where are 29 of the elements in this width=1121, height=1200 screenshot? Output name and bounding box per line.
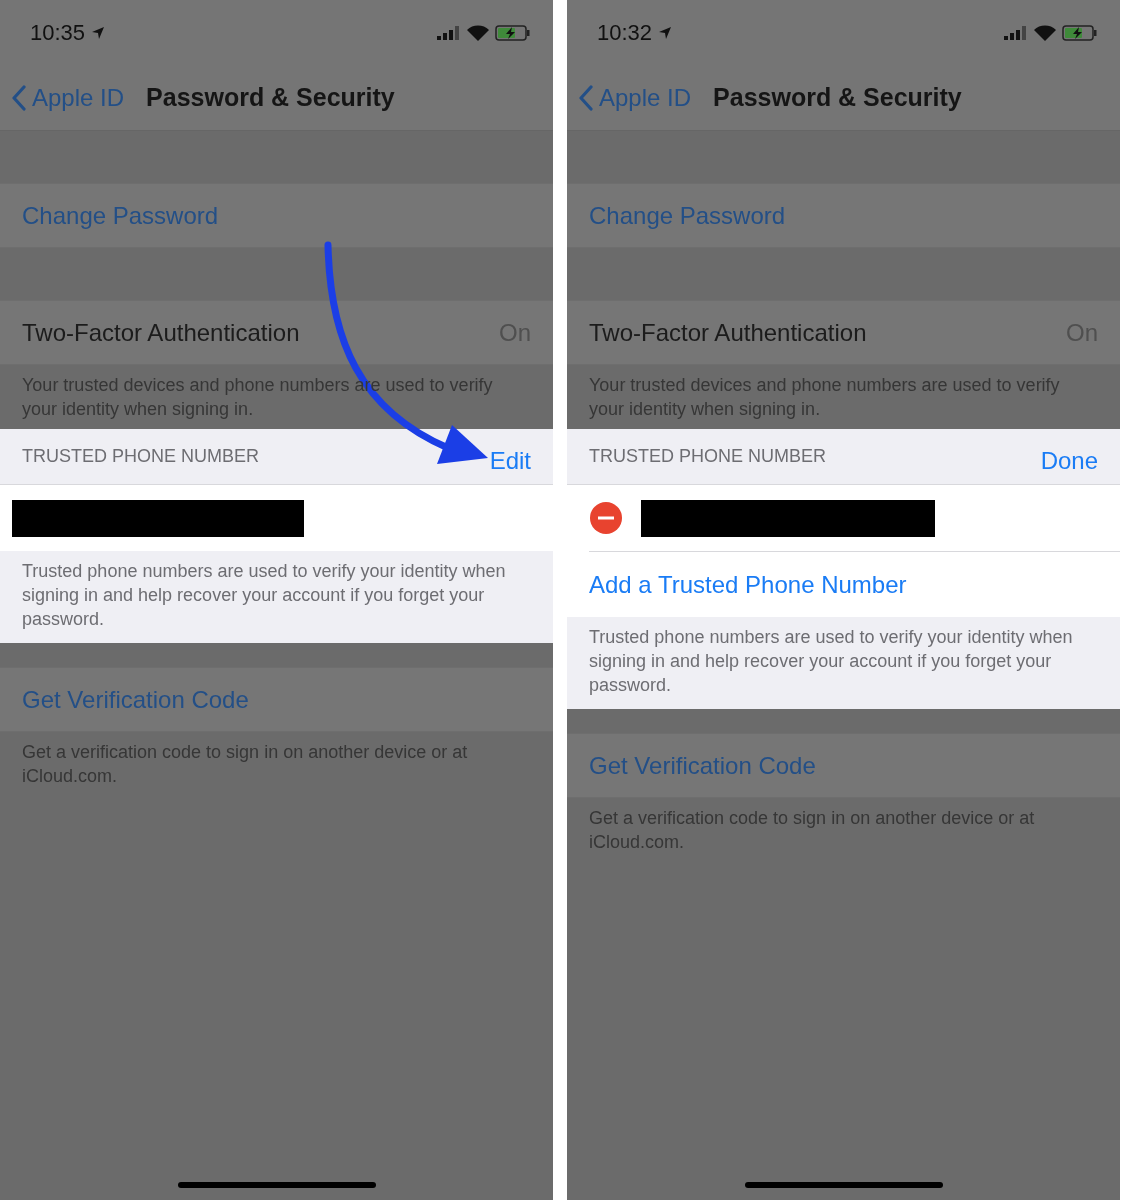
signal-icon [1004,25,1028,40]
back-button[interactable]: Apple ID [12,83,125,112]
status-time: 10:35 [30,19,86,46]
row-label: Two-Factor Authentication [22,318,300,347]
verification-code-row[interactable]: Get Verification Code [0,667,553,732]
chevron-left-icon [579,84,593,111]
back-button[interactable]: Apple ID [579,83,692,112]
section-footer: Trusted phone numbers are used to verify your identity when signing in and help recover your account if you forget your password. [567,617,1120,709]
change-password-row[interactable]: Change Password [0,183,553,248]
verification-code-row[interactable]: Get Verification Code [567,733,1120,798]
location-icon [658,25,673,40]
status-time: 10:32 [597,19,653,46]
section-header: TRUSTED PHONE NUMBER [22,446,259,467]
wifi-icon [467,24,489,41]
delete-icon[interactable] [589,501,623,535]
section-footer: Trusted phone numbers are used to verify your identity when signing in and help recover your account if you forget your password. [0,551,553,643]
section-header: TRUSTED PHONE NUMBER [589,446,826,467]
change-password-row[interactable]: Change Password [567,183,1120,248]
edit-button[interactable]: Done [1040,446,1098,475]
row-label: Two-Factor Authentication [589,318,867,347]
wifi-icon [1034,24,1056,41]
location-icon [91,25,106,40]
battery-icon [495,24,531,41]
nav-title: Password & Security [146,83,395,112]
nav-title: Password & Security [713,83,962,112]
chevron-left-icon [12,84,26,111]
edit-button[interactable]: Edit [489,446,531,475]
battery-icon [1062,24,1098,41]
signal-icon [437,25,461,40]
